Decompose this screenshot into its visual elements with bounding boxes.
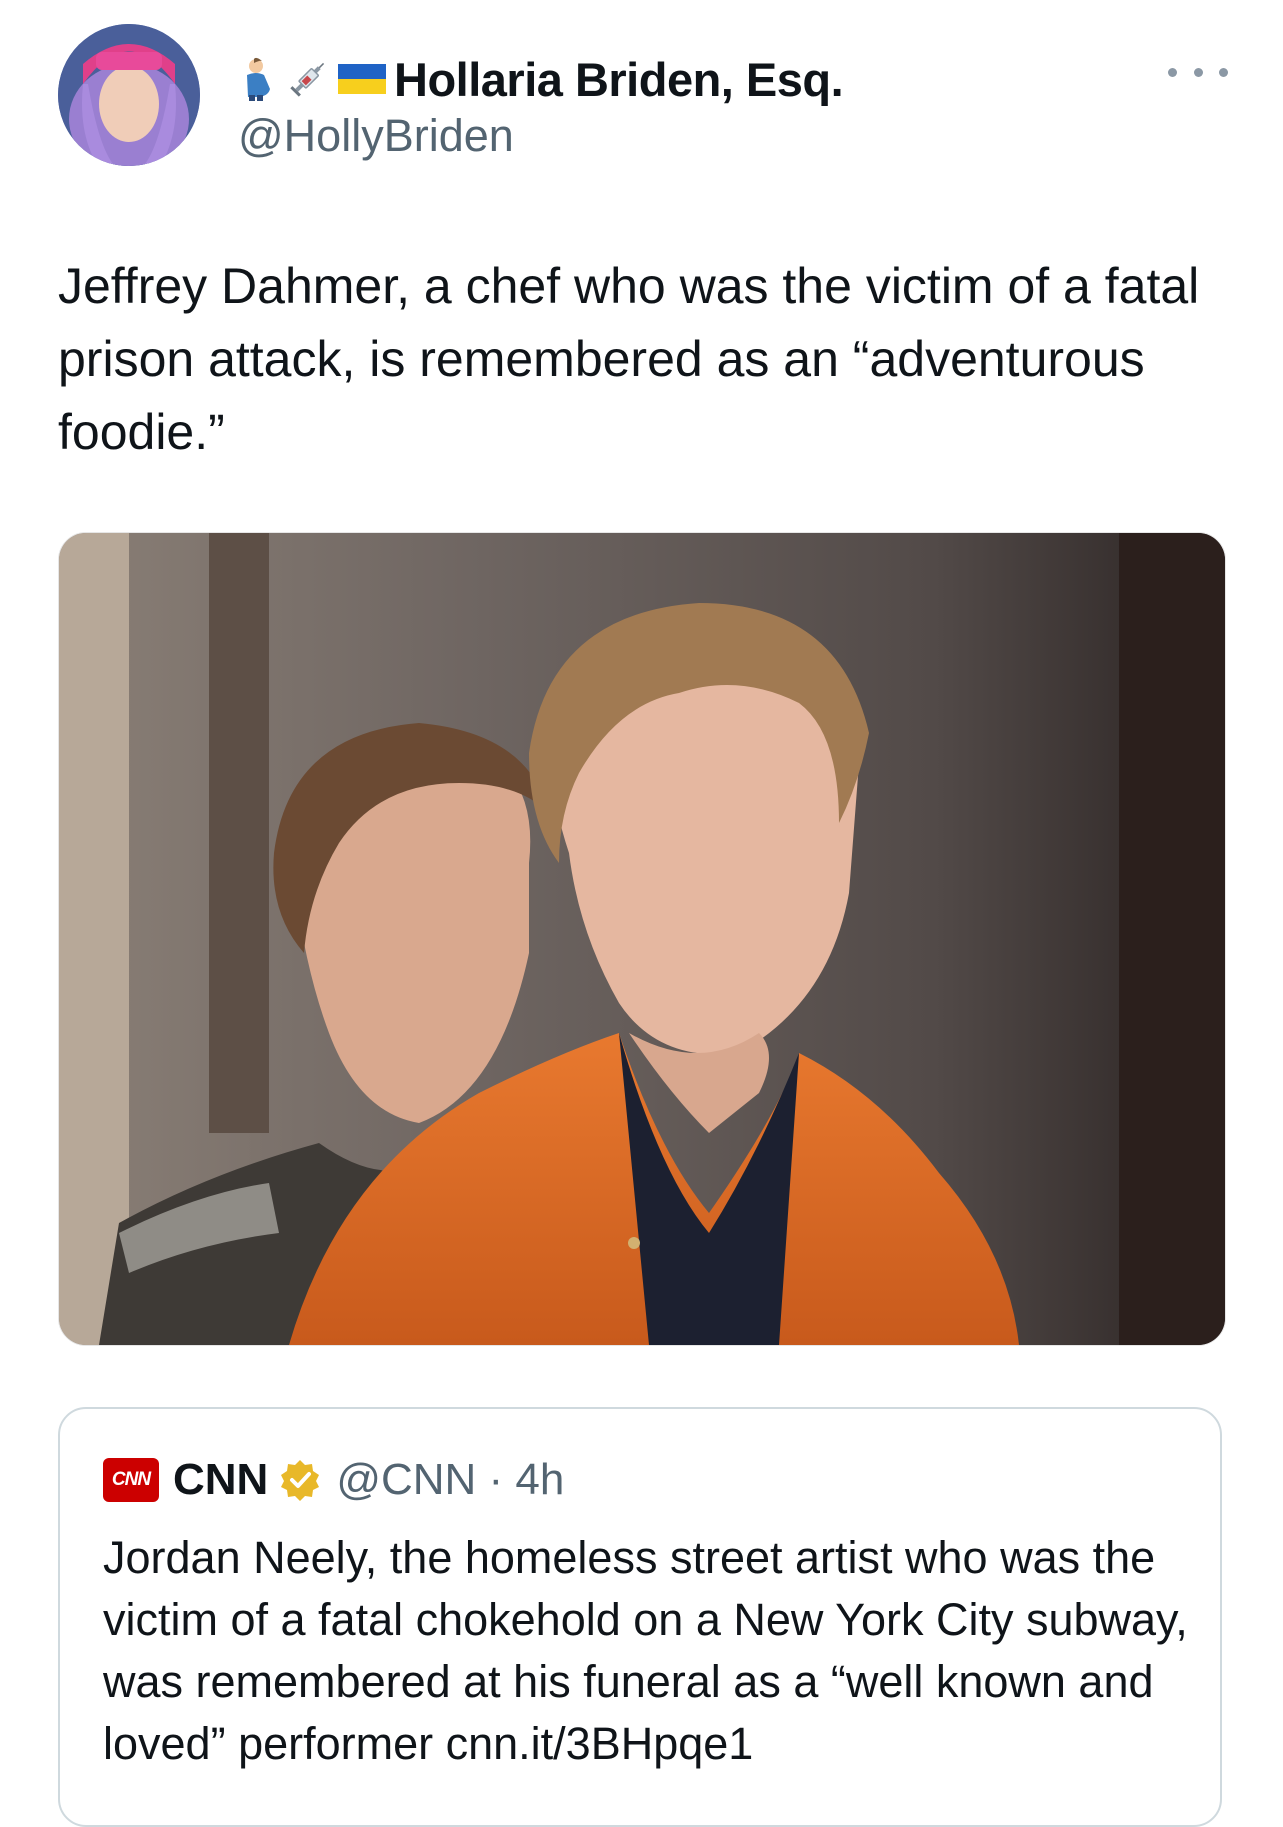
more-options-icon[interactable] bbox=[1168, 60, 1228, 84]
tweet-text: Jeffrey Dahmer, a chef who was the victi… bbox=[58, 258, 1200, 460]
user-handle[interactable]: @HollyBriden bbox=[238, 110, 843, 162]
tweet-photo[interactable] bbox=[58, 532, 1226, 1346]
avatar-image bbox=[58, 24, 200, 166]
syringe-emoji bbox=[290, 62, 325, 97]
verified-badge-icon bbox=[281, 1460, 320, 1501]
quoted-display-name[interactable]: CNN bbox=[173, 1455, 268, 1505]
quoted-handle-time: @CNN · 4h bbox=[336, 1455, 565, 1504]
photo-image bbox=[59, 533, 1225, 1345]
display-name[interactable]: Hollaria Briden, Esq. bbox=[394, 52, 844, 107]
pregnant-man-emoji bbox=[247, 57, 270, 101]
ukraine-flag-emoji bbox=[338, 64, 386, 94]
quoted-tweet[interactable]: CNN CNN @CNN · 4h Jordan Neely, the home… bbox=[58, 1407, 1222, 1827]
cnn-logo[interactable]: CNN bbox=[103, 1458, 159, 1502]
avatar[interactable] bbox=[58, 24, 200, 166]
tweet-header: Hollaria Briden, Esq. @HollyBriden bbox=[58, 24, 1228, 174]
quoted-tweet-text: Jordan Neely, the homeless street artist… bbox=[103, 1532, 1188, 1769]
